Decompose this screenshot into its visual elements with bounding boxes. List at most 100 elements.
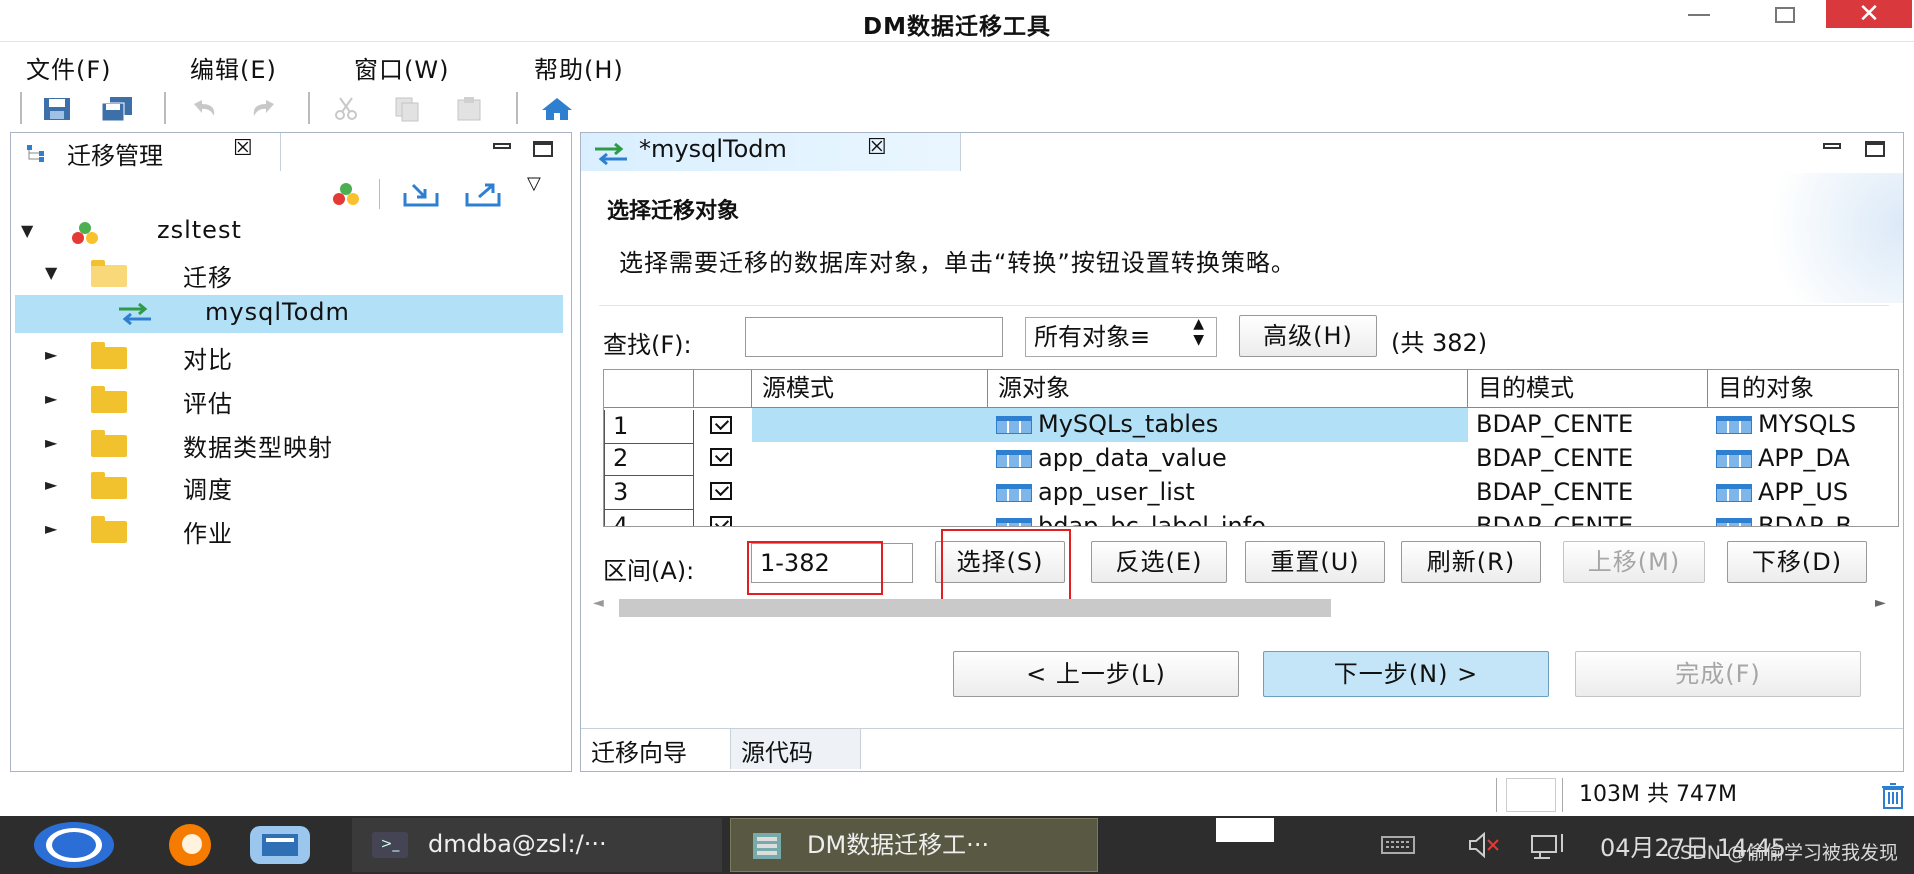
volume-muted-icon[interactable] — [1466, 830, 1502, 860]
search-input[interactable] — [745, 317, 1003, 357]
object-type-select[interactable]: 所有对象≡ ▲ ▼ — [1025, 316, 1217, 357]
table-row[interactable]: 4 bdap_bc_label_info BDAP_CENTE BDAP_B — [604, 510, 1898, 526]
table-icon — [1716, 450, 1752, 468]
column-header-checkbox[interactable] — [694, 370, 752, 408]
close-tab-icon[interactable]: ☒ — [867, 135, 887, 160]
collapsed-arrow-icon[interactable]: ► — [45, 345, 57, 364]
menu-window[interactable]: 窗口(W) — [354, 50, 449, 85]
minimize-panel-icon[interactable] — [1821, 141, 1841, 157]
save-icon[interactable] — [40, 96, 74, 122]
garbage-collect-icon[interactable] — [1880, 782, 1906, 810]
redo-icon[interactable] — [248, 96, 282, 122]
source-schema-cell — [752, 510, 988, 526]
taskbar-item-label: DM数据迁移工··· — [807, 831, 990, 859]
row-checkbox[interactable] — [710, 482, 732, 500]
table-row[interactable]: 3 app_user_list BDAP_CENTE APP_US — [604, 476, 1898, 510]
firefox-icon[interactable] — [156, 822, 224, 868]
collapsed-arrow-icon[interactable]: ► — [45, 475, 57, 494]
table-row[interactable]: 2 app_data_value BDAP_CENTE APP_DA — [604, 442, 1898, 476]
tree-item-migration[interactable]: ▼ 迁移 — [15, 255, 563, 293]
tree-item-job[interactable]: ► 作业 — [15, 511, 563, 549]
advanced-button[interactable]: 高级(H) — [1239, 315, 1377, 357]
maximize-panel-icon[interactable] — [531, 141, 553, 157]
refresh-button[interactable]: 刷新(R) — [1401, 541, 1541, 583]
object-type-value: 所有对象≡ — [1034, 323, 1151, 351]
row-checkbox[interactable] — [710, 416, 732, 434]
network-icon[interactable] — [1528, 830, 1568, 860]
export-icon[interactable] — [463, 181, 503, 207]
menu-file[interactable]: 文件(F) — [26, 50, 112, 85]
tree-item-compare[interactable]: ► 对比 — [15, 337, 563, 375]
tree-item-evaluate[interactable]: ► 评估 — [15, 381, 563, 419]
cut-icon[interactable] — [330, 96, 364, 122]
tab-mysqltodm[interactable]: *mysqlTodm ☒ — [581, 133, 961, 171]
horizontal-scrollbar[interactable] — [619, 599, 1873, 617]
tree-item-label: 评估 — [183, 390, 233, 418]
target-object-cell: MYSQLS — [1708, 408, 1898, 442]
column-header-target-object[interactable]: 目的对象 — [1708, 370, 1898, 408]
finish-button[interactable]: 完成(F) — [1575, 651, 1861, 697]
column-header-source-schema[interactable]: 源模式 — [752, 370, 988, 408]
tree-item-zsltest[interactable]: ▼ zsltest — [15, 213, 563, 251]
dm-app-icon — [753, 833, 781, 859]
start-menu-icon[interactable] — [32, 820, 116, 870]
table-icon — [996, 518, 1032, 526]
import-icon[interactable] — [401, 181, 441, 207]
divider — [599, 305, 1889, 306]
maximize-panel-icon[interactable] — [1863, 141, 1885, 157]
paste-icon[interactable] — [452, 96, 486, 122]
collapsed-arrow-icon[interactable]: ► — [45, 433, 57, 452]
close-tab-icon[interactable]: ☒ — [233, 136, 253, 161]
collapsed-arrow-icon[interactable]: ► — [45, 519, 57, 538]
expanded-arrow-icon[interactable]: ▼ — [21, 221, 33, 240]
keyboard-icon[interactable] — [1380, 834, 1416, 856]
move-down-button[interactable]: 下移(D) — [1727, 541, 1867, 583]
tree-item-data-type-mapping[interactable]: ► 数据类型映射 — [15, 425, 563, 463]
scroll-left-icon[interactable]: ◄ — [593, 595, 604, 611]
minimize-button[interactable] — [1670, 0, 1726, 30]
migration-icon — [119, 303, 151, 325]
taskbar-item-terminal[interactable]: >_ dmdba@zsl:/··· — [352, 818, 722, 872]
table-icon — [996, 484, 1032, 502]
scroll-right-icon[interactable]: ► — [1875, 595, 1886, 611]
target-object-cell: APP_DA — [1708, 442, 1898, 476]
minimize-panel-icon[interactable] — [491, 141, 511, 157]
undo-icon[interactable] — [186, 96, 220, 122]
row-checkbox[interactable] — [710, 516, 732, 526]
copy-icon[interactable] — [390, 96, 424, 122]
section-title: 选择迁移对象 — [607, 199, 740, 224]
save-all-icon[interactable] — [100, 96, 134, 122]
file-manager-icon[interactable] — [246, 822, 314, 868]
tab-migration-manager[interactable]: 迁移管理 ☒ — [11, 133, 281, 171]
move-up-button[interactable]: 上移(M) — [1563, 541, 1705, 583]
folder-icon — [91, 472, 127, 499]
total-count: (共 382) — [1391, 329, 1488, 357]
tree-item-schedule[interactable]: ► 调度 — [15, 467, 563, 505]
expanded-arrow-icon[interactable]: ▼ — [45, 263, 57, 282]
tree-item-mysqltodm[interactable]: mysqlTodm — [15, 295, 563, 333]
target-object-cell: BDAP_B — [1708, 510, 1898, 526]
view-menu-icon[interactable]: ▽ — [527, 173, 541, 194]
invert-selection-button[interactable]: 反选(E) — [1091, 541, 1227, 583]
previous-step-button[interactable]: < 上一步(L) — [953, 651, 1239, 697]
column-header-source-object[interactable]: 源对象 — [988, 370, 1468, 408]
table-row[interactable]: 1 MySQLs_tables BDAP_CENTE MYSQLS — [604, 408, 1898, 444]
close-button[interactable]: ✕ — [1826, 0, 1912, 28]
target-object-cell: APP_US — [1708, 476, 1898, 510]
collapsed-arrow-icon[interactable]: ► — [45, 389, 57, 408]
taskbar-item-dm-migration[interactable]: DM数据迁移工··· — [730, 818, 1098, 872]
scrollbar-thumb[interactable] — [619, 599, 1331, 617]
menu-help[interactable]: 帮助(H) — [534, 50, 624, 85]
menu-edit[interactable]: 编辑(E) — [190, 50, 277, 85]
home-icon[interactable] — [540, 96, 574, 122]
database-group-icon[interactable] — [329, 181, 363, 207]
table-icon — [996, 416, 1032, 434]
row-checkbox[interactable] — [710, 448, 732, 466]
column-header-target-schema[interactable]: 目的模式 — [1468, 370, 1708, 408]
maximize-button[interactable] — [1755, 0, 1811, 30]
migration-manager-panel: 迁移管理 ☒ ▽ ▼ zsltest ▼ 迁移 mysqlTodm ► 对比 ► — [10, 132, 572, 772]
tab-migration-wizard[interactable]: 迁移向导 — [581, 729, 731, 769]
tab-source-code[interactable]: 源代码 — [731, 729, 861, 769]
reset-button[interactable]: 重置(U) — [1245, 541, 1385, 583]
next-step-button[interactable]: 下一步(N) > — [1263, 651, 1549, 697]
